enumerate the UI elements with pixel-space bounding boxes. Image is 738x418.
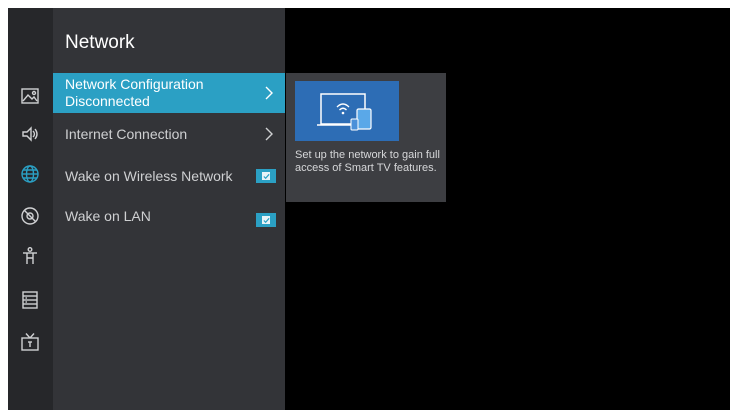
settings-category-bar — [8, 8, 53, 410]
picture-icon[interactable] — [18, 84, 42, 108]
menu-item-network-configuration[interactable]: Network Configuration Disconnected — [53, 73, 285, 113]
menu-item-wake-on-wireless-network[interactable]: Wake on Wireless Network — [53, 156, 285, 196]
menu-item-label: Internet Connection — [65, 125, 188, 142]
wake-on-lan-checkbox[interactable] — [256, 213, 276, 227]
tv-phone-wifi-illustration-icon — [295, 81, 399, 141]
menu-item-label: Wake on Wireless Network — [65, 167, 233, 184]
network-menu-panel: Network Network Configuration Disconnect… — [53, 8, 285, 410]
check-icon — [262, 216, 270, 224]
compass-icon[interactable] — [18, 204, 42, 228]
menu-item-label: Wake on LAN — [65, 207, 151, 224]
menu-item-internet-connection[interactable]: Internet Connection — [53, 114, 285, 154]
accessibility-icon[interactable] — [18, 244, 42, 268]
help-description: Set up the network to gain full access o… — [295, 149, 440, 174]
chevron-right-icon — [265, 86, 273, 100]
tv-screen: Network Network Configuration Disconnect… — [8, 8, 730, 410]
page-title: Network — [65, 32, 135, 53]
system-list-icon[interactable] — [18, 288, 42, 312]
tv-icon[interactable] — [18, 330, 42, 354]
check-icon — [262, 172, 270, 180]
help-info-card: Set up the network to gain full access o… — [286, 73, 446, 202]
chevron-right-icon — [265, 127, 273, 141]
menu-item-label: Network Configuration — [65, 76, 204, 92]
sound-icon[interactable] — [18, 122, 42, 146]
menu-item-status: Disconnected — [65, 93, 150, 109]
network-globe-icon[interactable] — [18, 162, 42, 186]
menu-item-wake-on-lan[interactable]: Wake on LAN — [53, 196, 285, 236]
wake-on-wireless-checkbox[interactable] — [256, 169, 276, 183]
